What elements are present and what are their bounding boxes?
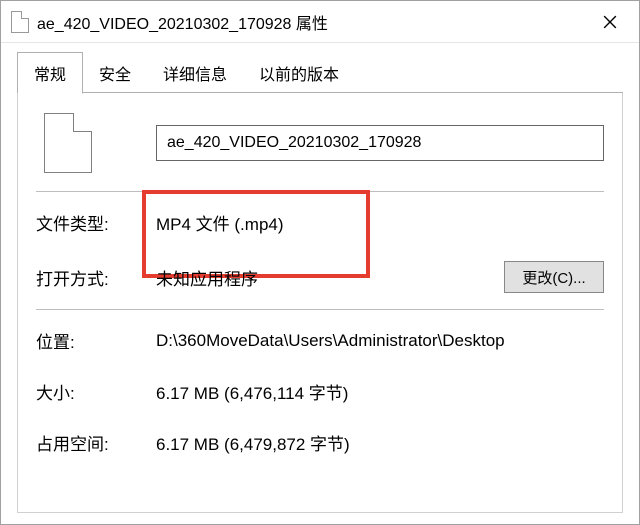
general-panel: 文件类型: MP4 文件 (.mp4) 打开方式: 未知应用程序 更改(C)..… [17, 93, 623, 513]
file-type-icon [44, 113, 92, 173]
tab-details[interactable]: 详细信息 [147, 53, 243, 93]
size-on-disk-label: 占用空间: [36, 430, 156, 455]
window-title: ae_420_VIDEO_20210302_170928 属性 [37, 10, 587, 34]
filetype-label: 文件类型: [36, 210, 156, 235]
filename-input[interactable] [156, 125, 604, 161]
content-area: 常规 安全 详细信息 以前的版本 文件类型: MP4 文件 (.mp4) [1, 43, 639, 524]
opens-with-value: 未知应用程序 [156, 265, 504, 290]
tab-general[interactable]: 常规 [17, 52, 83, 94]
size-row: 大小: 6.17 MB (6,476,114 字节) [36, 379, 604, 404]
size-label: 大小: [36, 379, 156, 404]
filetype-value: MP4 文件 (.mp4) [156, 210, 604, 235]
properties-dialog: ae_420_VIDEO_20210302_170928 属性 常规 安全 详细… [0, 0, 640, 525]
tab-previous-versions[interactable]: 以前的版本 [243, 53, 355, 93]
close-button[interactable] [587, 7, 633, 37]
size-on-disk-value: 6.17 MB (6,479,872 字节) [156, 430, 604, 455]
separator [36, 309, 604, 310]
opens-with-label: 打开方式: [36, 265, 156, 290]
filetype-row: 文件类型: MP4 文件 (.mp4) [36, 210, 604, 235]
location-label: 位置: [36, 328, 156, 353]
titlebar: ae_420_VIDEO_20210302_170928 属性 [1, 1, 639, 43]
file-icon [11, 11, 29, 33]
change-button[interactable]: 更改(C)... [504, 261, 604, 293]
tab-strip: 常规 安全 详细信息 以前的版本 [17, 53, 623, 93]
size-on-disk-row: 占用空间: 6.17 MB (6,479,872 字节) [36, 430, 604, 455]
separator [36, 191, 604, 192]
opens-with-row: 打开方式: 未知应用程序 更改(C)... [36, 261, 604, 293]
location-value: D:\360MoveData\Users\Administrator\Deskt… [156, 331, 604, 351]
close-icon [603, 15, 617, 29]
size-value: 6.17 MB (6,476,114 字节) [156, 379, 604, 404]
location-row: 位置: D:\360MoveData\Users\Administrator\D… [36, 328, 604, 353]
filename-row [36, 113, 604, 173]
tab-security[interactable]: 安全 [83, 53, 147, 93]
